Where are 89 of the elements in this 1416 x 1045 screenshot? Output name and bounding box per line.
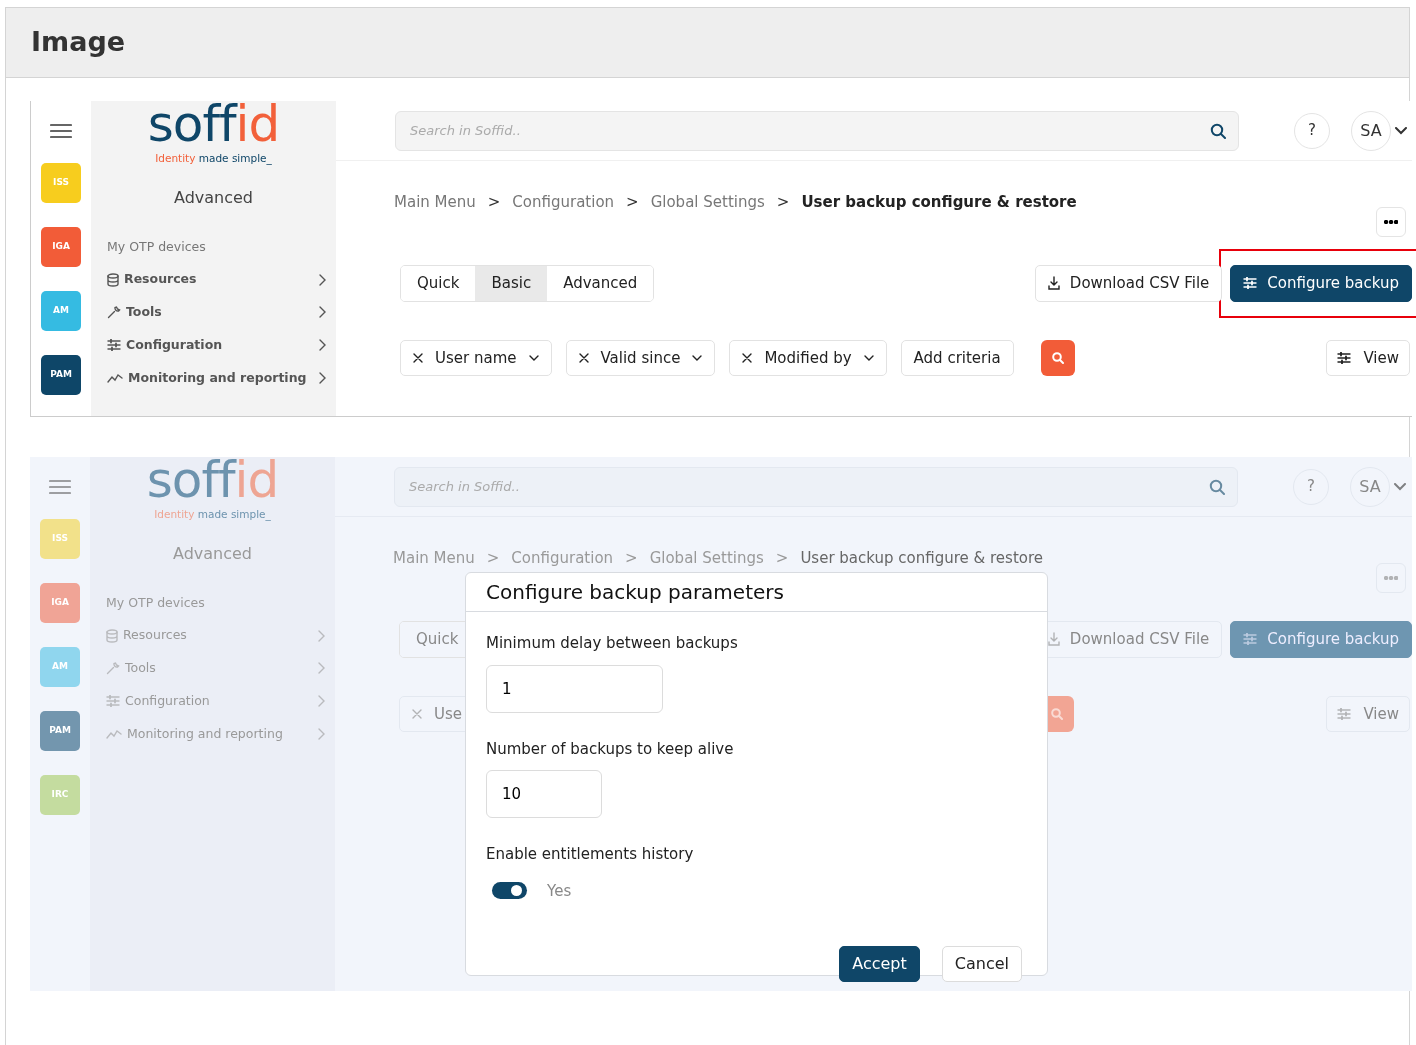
breadcrumb-separator: > [626, 192, 639, 213]
wrench-icon [107, 305, 121, 320]
search-icon [1210, 122, 1226, 139]
search-icon [1052, 351, 1064, 364]
menu-icon[interactable] [50, 123, 72, 139]
breadcrumb-link[interactable]: Configuration [511, 547, 614, 569]
menu-icon[interactable] [49, 479, 71, 495]
wrench-icon [106, 661, 120, 676]
download-button[interactable]: Download CSV File [1034, 265, 1223, 302]
cancel-button[interactable]: Cancel [941, 946, 1022, 982]
field-label: Minimum delay between backups [486, 633, 739, 654]
breadcrumb-separator: > [776, 192, 790, 213]
breadcrumb-link[interactable]: Configuration [512, 191, 615, 213]
criteria-filter[interactable]: Modified by [729, 339, 887, 376]
dialog-title: Configure backup parameters [466, 573, 1047, 612]
sliders-icon [1337, 707, 1352, 720]
criteria-filter[interactable]: User name [400, 339, 552, 376]
add-criteria-button[interactable]: Add criteria [900, 339, 1014, 376]
breadcrumb-link[interactable]: Main Menu [394, 191, 476, 213]
download-icon [1047, 632, 1060, 647]
configure-button[interactable]: Configure backup [1230, 265, 1412, 302]
toggle-label: Yes [547, 880, 572, 902]
breadcrumb-link[interactable]: Main Menu [393, 547, 475, 569]
search-field[interactable]: Search in Soffid.. [395, 110, 1239, 151]
menu-item[interactable]: My OTP devices [107, 237, 326, 257]
section-title: Advanced [172, 542, 253, 565]
accept-button[interactable]: Accept [839, 946, 920, 982]
logo-tagline: Identity made simple_ [154, 153, 273, 164]
database-icon [107, 272, 119, 287]
search-icon [1209, 478, 1225, 495]
user-avatar-button[interactable]: SA [1351, 110, 1391, 151]
menu-item[interactable]: Tools [106, 659, 325, 678]
more-button[interactable] [1376, 207, 1406, 237]
close-icon [412, 708, 422, 719]
criteria-filter[interactable]: Valid since [565, 339, 716, 376]
search-icon [1051, 707, 1063, 720]
configure-button[interactable]: Configure backup [1230, 621, 1412, 658]
menu-item[interactable]: Tools [107, 303, 326, 322]
more-icon [1384, 220, 1398, 224]
logo-wordmark: soffid [145, 457, 280, 507]
field-label: Number of backups to keep alive [486, 738, 735, 760]
app-tile[interactable]: IGA [41, 227, 81, 267]
logo-tagline: Identity made simple_ [153, 509, 272, 520]
close-icon [413, 352, 423, 363]
menu-item[interactable]: Configuration [106, 691, 325, 711]
search-mode-tab[interactable]: Basic [475, 266, 548, 301]
breadcrumb-separator: > [486, 548, 500, 569]
sliders-icon [1243, 277, 1258, 290]
search-input[interactable]: Search in Soffid.. [408, 119, 1210, 142]
section-title: Advanced [173, 186, 254, 209]
app-tile[interactable]: PAM [40, 711, 80, 751]
breadcrumb-separator: > [775, 548, 789, 569]
download-icon [1047, 276, 1060, 291]
user-avatar-button[interactable]: SA [1350, 466, 1390, 507]
breadcrumb-link[interactable]: Global Settings [650, 191, 765, 213]
help-button[interactable]: ? [1293, 468, 1329, 505]
input-field[interactable]: 10 [486, 770, 602, 818]
chevron-down-icon[interactable] [1395, 126, 1407, 135]
sliders-icon [1337, 351, 1352, 364]
help-button[interactable]: ? [1294, 112, 1330, 149]
menu-item[interactable]: My OTP devices [106, 593, 325, 613]
more-icon [1384, 576, 1398, 580]
menu-item[interactable]: Monitoring and reporting [107, 368, 326, 388]
breadcrumb-separator: > [625, 548, 638, 569]
sliders-icon [106, 695, 120, 708]
toggle-switch[interactable] [492, 882, 527, 900]
breadcrumb-separator: > [487, 192, 501, 213]
menu-item[interactable]: Configuration [107, 335, 326, 355]
sliders-icon [1243, 633, 1258, 646]
input-field[interactable]: 1 [486, 664, 663, 713]
field-label: Enable entitlements history [486, 844, 695, 865]
breadcrumb-link[interactable]: Global Settings [649, 547, 764, 569]
close-icon [578, 352, 589, 363]
search-input[interactable]: Search in Soffid.. [407, 475, 1209, 498]
view-button[interactable]: View [1326, 695, 1410, 732]
menu-item[interactable]: Resources [106, 626, 325, 645]
chart-line-icon [106, 728, 122, 739]
section-heading: Image [6, 8, 1409, 78]
menu-item[interactable]: Resources [107, 270, 326, 289]
sliders-icon [107, 339, 121, 352]
app-tile[interactable]: PAM [41, 355, 81, 395]
search-field[interactable]: Search in Soffid.. [394, 466, 1238, 507]
view-button[interactable]: View [1326, 339, 1410, 376]
logo-wordmark: soffid [146, 101, 281, 151]
search-button[interactable] [1041, 339, 1075, 376]
chart-line-icon [107, 372, 123, 383]
database-icon [106, 628, 118, 643]
menu-item[interactable]: Monitoring and reporting [106, 724, 325, 744]
close-icon [742, 352, 753, 363]
